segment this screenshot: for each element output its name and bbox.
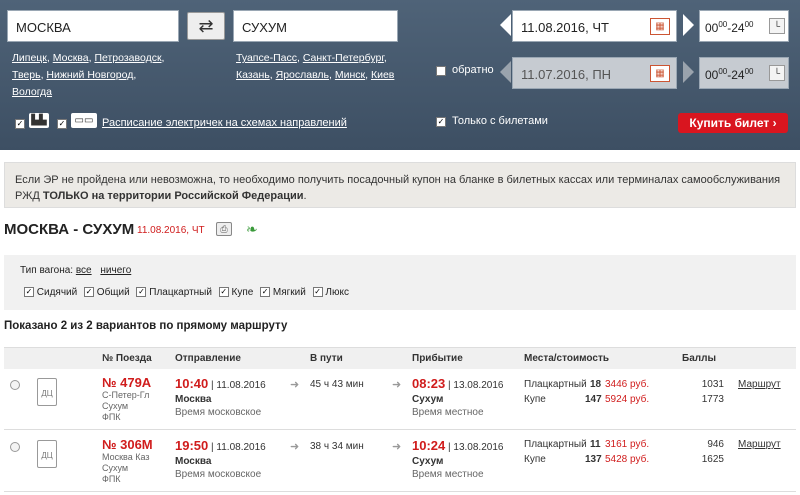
return-checkbox[interactable] — [436, 66, 446, 76]
checkbox-platzkart[interactable]: ✓ — [136, 287, 147, 298]
results-summary: Показано 2 из 2 вариантов по прямому мар… — [4, 320, 288, 332]
city-link[interactable]: Вологда — [12, 86, 52, 98]
next-return-arrow — [683, 61, 694, 83]
city-link[interactable]: Липецк — [12, 52, 47, 64]
to-input[interactable]: СУХУМ — [233, 10, 398, 42]
train-radio[interactable] — [10, 380, 20, 390]
prev-date-arrow[interactable] — [500, 14, 511, 36]
city-link[interactable]: Туапсе-Пасс — [236, 52, 297, 64]
time-range-select[interactable]: 0000-2400 └ — [699, 10, 789, 42]
train-icon: ДЦ — [37, 378, 57, 406]
from-suggestions: Липецк, Москва, Петрозаводск, Тверь, Ниж… — [12, 52, 165, 98]
results-table-header: № Поезда Отправление В пути Прибытие Мес… — [4, 347, 796, 369]
clock-icon[interactable]: └ — [769, 18, 785, 34]
suburban-train-icon: ▭▭ — [71, 113, 97, 128]
city-link[interactable]: Тверь — [12, 69, 41, 81]
swap-button[interactable]: ⇄ — [187, 12, 225, 40]
table-row[interactable]: ДЦ № 479А С-Петер-Гл Сухум ФПК 10:40 | 1… — [4, 370, 796, 430]
arrow-right-icon: ➜ — [290, 379, 300, 391]
prev-return-arrow — [500, 61, 511, 83]
route-title: МОСКВА - СУХУМ — [4, 221, 135, 238]
to-suggestions: Туапсе-Пасс, Санкт-Петербург, Казань, Яр… — [236, 52, 395, 81]
city-link[interactable]: Ярославль — [276, 69, 329, 81]
checkbox-soft[interactable]: ✓ — [260, 287, 271, 298]
checkbox-general[interactable]: ✓ — [84, 287, 95, 298]
car-type-filter: Тип вагона: все ничего ✓ Сидячий ✓ Общий… — [4, 255, 796, 310]
print-icon[interactable]: ⎙ — [216, 222, 232, 236]
train-icon: ▙▙ — [29, 113, 49, 128]
route-date: 11.08.2016, ЧТ — [137, 225, 205, 236]
city-link[interactable]: Санкт-Петербург — [303, 52, 384, 64]
search-panel: МОСКВА ⇄ СУХУМ Липецк, Москва, Петрозаво… — [0, 0, 800, 150]
city-link[interactable]: Нижний Новгород — [46, 69, 133, 81]
next-date-arrow[interactable] — [683, 14, 694, 36]
city-link[interactable]: Петрозаводск — [94, 52, 161, 64]
train-icon: ДЦ — [37, 440, 57, 468]
clock-icon: └ — [769, 65, 785, 81]
checkbox-kupe[interactable]: ✓ — [218, 287, 229, 298]
only-tickets-label: Только с билетами — [452, 115, 548, 127]
arrow-right-icon: ➜ — [392, 441, 402, 453]
return-label: обратно — [452, 64, 494, 76]
city-link[interactable]: Москва — [53, 52, 89, 64]
schedule-link[interactable]: Расписание электричек на схемах направле… — [102, 117, 347, 129]
city-link[interactable]: Казань — [236, 69, 270, 81]
return-time-range-select: 0000-2400 └ — [699, 57, 789, 89]
city-link[interactable]: Минск — [335, 69, 365, 81]
arrow-right-icon: ➜ — [392, 379, 402, 391]
notice-banner: Если ЭР не пройдена или невозможна, то н… — [4, 162, 796, 208]
table-row[interactable]: ДЦ № 306М Москва Каз Сухум ФПК 19:50 | 1… — [4, 432, 796, 492]
suburban-checkbox[interactable]: ✓ — [57, 119, 67, 129]
return-date-input: 11.07.2016, ПН ▦ — [512, 57, 677, 89]
eco-leaf-icon[interactable]: ❧ — [246, 222, 266, 236]
route-link[interactable]: Маршрут — [738, 379, 781, 390]
swap-icon: ⇄ — [198, 16, 214, 36]
only-tickets-checkbox[interactable]: ✓ — [436, 117, 446, 127]
buy-ticket-button[interactable]: Купить билет › — [678, 113, 788, 133]
checkbox-sitting[interactable]: ✓ — [24, 287, 34, 298]
train-radio[interactable] — [10, 442, 20, 452]
arrow-right-icon: ➜ — [290, 441, 300, 453]
checkbox-lux[interactable]: ✓ — [312, 287, 323, 298]
route-link[interactable]: Маршрут — [738, 439, 781, 450]
select-none-link[interactable]: ничего — [100, 265, 131, 276]
select-all-link[interactable]: все — [76, 265, 92, 276]
train-type-checkbox[interactable]: ✓ — [15, 119, 25, 129]
date-input[interactable]: 11.08.2016, ЧТ ▦ — [512, 10, 677, 42]
city-link[interactable]: Киев — [371, 69, 394, 81]
calendar-icon[interactable]: ▦ — [650, 18, 670, 35]
calendar-icon: ▦ — [650, 65, 670, 82]
car-type-list: ✓ Сидячий ✓ Общий ✓ Плацкартный ✓ Купе ✓… — [24, 287, 349, 298]
from-input[interactable]: МОСКВА — [7, 10, 179, 42]
